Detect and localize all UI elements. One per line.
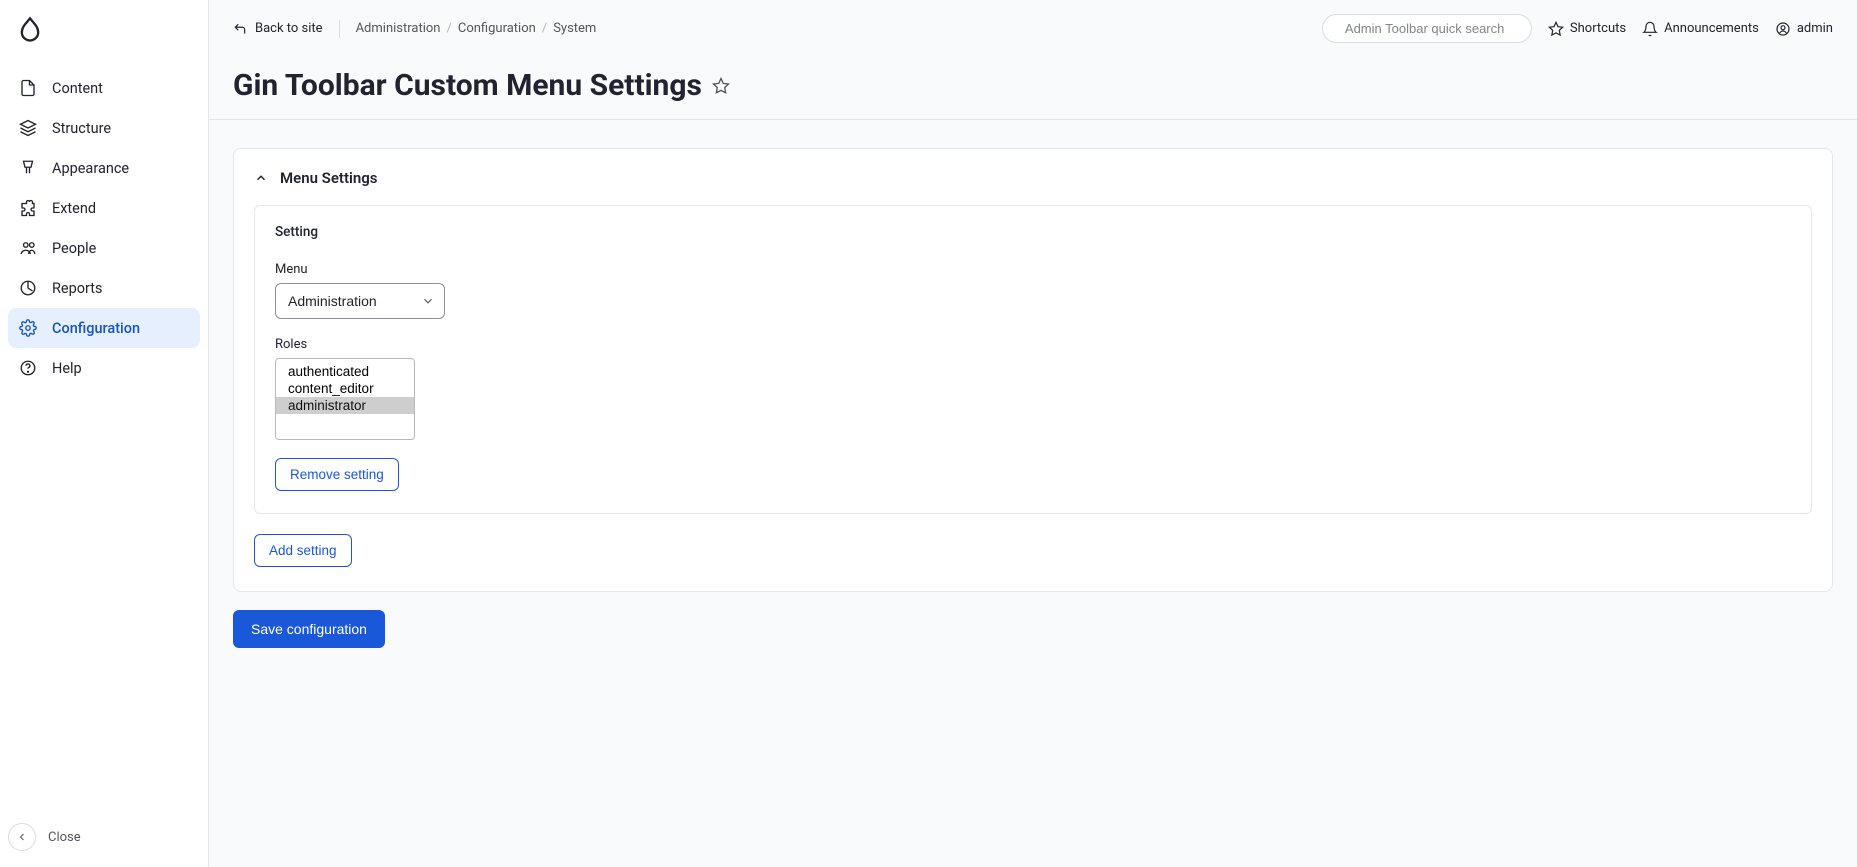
main-content: Back to site Administration / Configurat… (208, 0, 1857, 867)
app-logo[interactable] (0, 16, 208, 68)
shortcuts-link[interactable]: Shortcuts (1548, 21, 1626, 37)
user-icon (1775, 21, 1791, 37)
back-arrow-icon (233, 22, 247, 36)
separator (339, 20, 340, 38)
sidebar-item-label: Help (52, 360, 82, 377)
user-menu[interactable]: admin (1775, 21, 1833, 37)
sidebar: Content Structure Appearance Extend Peop… (0, 0, 208, 867)
remove-setting-button[interactable]: Remove setting (275, 458, 399, 491)
sidebar-item-structure[interactable]: Structure (8, 108, 200, 148)
add-setting-button[interactable]: Add setting (254, 534, 352, 567)
people-icon (18, 238, 38, 258)
announcements-link[interactable]: Announcements (1642, 21, 1759, 37)
sidebar-item-label: Configuration (52, 320, 140, 337)
star-outline-icon (712, 77, 730, 95)
sidebar-item-content[interactable]: Content (8, 68, 200, 108)
roles-field-label: Roles (275, 337, 1791, 352)
settings-card: Menu Settings Setting Menu Administratio… (233, 148, 1833, 592)
sidebar-item-help[interactable]: Help (8, 348, 200, 388)
breadcrumb: Administration / Configuration / System (356, 21, 1306, 36)
menu-field-label: Menu (275, 262, 1791, 277)
sidebar-item-label: Appearance (52, 160, 129, 177)
breadcrumb-link[interactable]: Configuration (458, 21, 536, 36)
favorite-toggle[interactable] (712, 77, 730, 95)
drupal-icon (16, 16, 44, 44)
sidebar-item-configuration[interactable]: Configuration (8, 308, 200, 348)
layers-icon (18, 118, 38, 138)
roles-select[interactable]: authenticatedcontent_editoradministrator (276, 359, 414, 439)
page-header: Gin Toolbar Custom Menu Settings (209, 56, 1857, 120)
chart-icon (18, 278, 38, 298)
back-to-site-link[interactable]: Back to site (233, 21, 323, 36)
puzzle-icon (18, 198, 38, 218)
sidebar-item-label: Structure (52, 120, 111, 137)
sidebar-item-label: Content (52, 80, 103, 97)
page-title: Gin Toolbar Custom Menu Settings (233, 68, 702, 103)
menu-select[interactable]: Administration (275, 283, 445, 319)
sidebar-item-label: Reports (52, 280, 103, 297)
breadcrumb-link[interactable]: Administration (356, 21, 441, 36)
section-toggle[interactable]: Menu Settings (254, 169, 1812, 187)
chevron-up-icon (254, 171, 268, 185)
sidebar-item-extend[interactable]: Extend (8, 188, 200, 228)
chevron-left-icon (16, 831, 28, 843)
breadcrumb-link[interactable]: System (553, 21, 596, 36)
back-label: Back to site (255, 21, 323, 36)
file-icon (18, 78, 38, 98)
setting-group: Setting Menu Administration (254, 205, 1812, 514)
help-icon (18, 358, 38, 378)
sidebar-item-people[interactable]: People (8, 228, 200, 268)
star-icon (1548, 21, 1564, 37)
section-title: Menu Settings (280, 169, 378, 187)
save-configuration-button[interactable]: Save configuration (233, 610, 385, 648)
sidebar-close-button[interactable] (8, 823, 36, 851)
search-input[interactable] (1345, 21, 1521, 36)
topbar: Back to site Administration / Configurat… (209, 0, 1857, 56)
sidebar-item-label: People (52, 240, 96, 257)
appearance-icon (18, 158, 38, 178)
sidebar-close-label: Close (48, 830, 81, 845)
gear-icon (18, 318, 38, 338)
sidebar-item-reports[interactable]: Reports (8, 268, 200, 308)
setting-heading: Setting (275, 224, 1791, 240)
bell-icon (1642, 21, 1658, 37)
sidebar-item-appearance[interactable]: Appearance (8, 148, 200, 188)
sidebar-item-label: Extend (52, 200, 96, 217)
sidebar-nav: Content Structure Appearance Extend Peop… (0, 68, 208, 811)
admin-search[interactable] (1322, 14, 1532, 43)
